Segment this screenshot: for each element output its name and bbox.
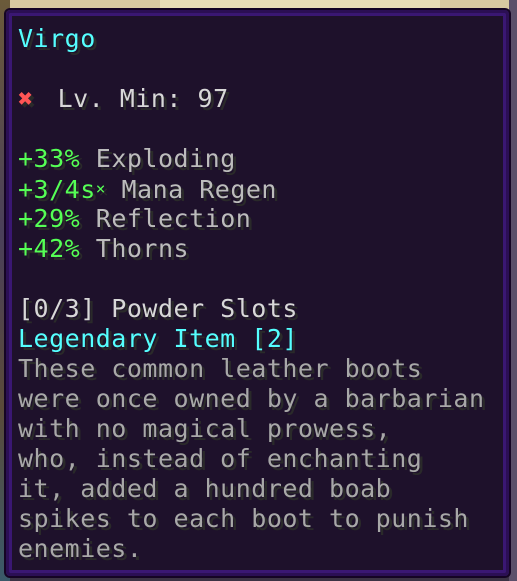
stat-mana-regen: +3/4s× Mana Regen xyxy=(18,174,506,204)
lore-line: with no magical prowess, xyxy=(18,414,392,443)
level-requirement-text: Lv. Min: 97 xyxy=(57,84,229,113)
item-tier: Legendary Item [2] xyxy=(18,324,298,353)
game-screen: Virgo ✖ Lv. Min: 97 +33% Exploding +3/4s… xyxy=(0,0,517,581)
stat-label: Reflection xyxy=(95,204,252,233)
stat-label: Mana Regen xyxy=(121,175,277,204)
mana-regen-marker-icon: × xyxy=(95,179,106,198)
stat-value: +3/4s xyxy=(18,175,96,204)
lore-line: it, added a hundred boab xyxy=(18,474,392,503)
level-requirement: ✖ Lv. Min: 97 xyxy=(18,84,506,114)
powder-slots: [0/3] Powder Slots xyxy=(18,294,298,323)
x-icon: ✖ xyxy=(18,84,34,113)
stat-thorns: +42% Thorns xyxy=(18,234,506,264)
lore-line: enemies. xyxy=(18,534,143,563)
stat-value: +42% xyxy=(18,234,81,263)
lore-line: who, instead of enchanting xyxy=(18,444,423,473)
lore-line: These common leather boots xyxy=(18,354,423,383)
background-right-edge xyxy=(509,0,517,581)
lore-line: spikes to each boot to punish xyxy=(18,504,469,533)
item-name: Virgo xyxy=(18,24,96,53)
stat-reflection: +29% Reflection xyxy=(18,204,506,234)
item-tooltip: Virgo ✖ Lv. Min: 97 +33% Exploding +3/4s… xyxy=(6,10,509,576)
stat-value: +29% xyxy=(18,204,81,233)
stat-label: Thorns xyxy=(95,234,190,263)
stat-label: Exploding xyxy=(95,144,236,173)
stat-exploding: +33% Exploding xyxy=(18,144,506,174)
stat-value: +33% xyxy=(18,144,81,173)
lore-line: were once owned by a barbarian xyxy=(18,384,485,413)
